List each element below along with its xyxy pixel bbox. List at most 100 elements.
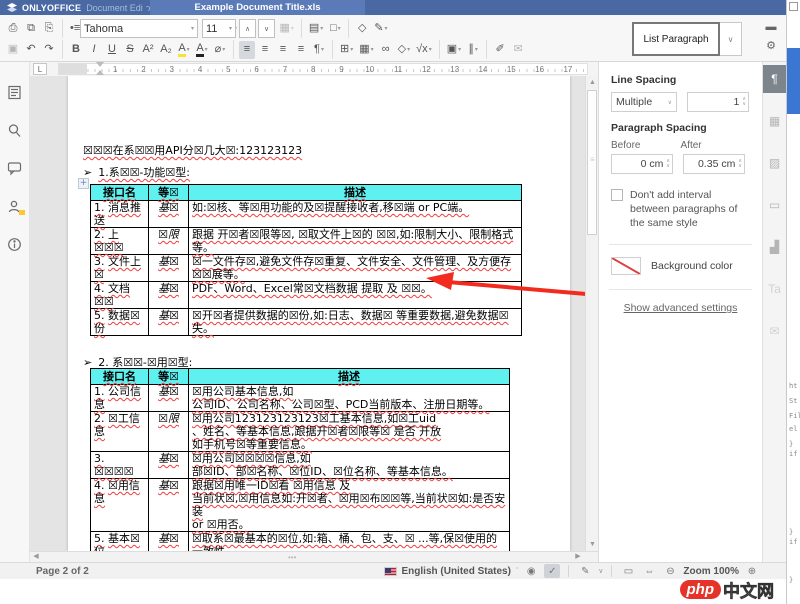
spacing-before-input[interactable]: 0 cm ∧∨ bbox=[611, 154, 673, 174]
equation-button[interactable]: √x▾ bbox=[414, 41, 434, 59]
page-color-button[interactable]: ▣▾ bbox=[445, 41, 463, 59]
基本☒位[interactable]: 5. 基本☒位 基☒ ☒取系☒最基本的☒位,如:箱、桶、包、支、☒ ...等,保… bbox=[91, 532, 510, 552]
set-language-globe-icon[interactable]: ◉ bbox=[523, 564, 539, 578]
settings-gear-icon[interactable]: ⚙ bbox=[766, 39, 776, 52]
公司信息[interactable]: 1. 公司信息 基☒ ☒用公司基本信息,如 公司ID、公司名称、公司☒型、PCD… bbox=[91, 385, 510, 412]
vertical-scroll-thumb[interactable] bbox=[587, 90, 597, 235]
mailmerge-settings-icon[interactable]: ✉ bbox=[763, 317, 787, 345]
paragraph-marks-button[interactable]: ¶▾ bbox=[311, 41, 327, 59]
show-advanced-settings-link[interactable]: Show advanced settings bbox=[611, 302, 750, 314]
chat-icon[interactable] bbox=[6, 198, 23, 215]
increase-font-button[interactable]: ∧ bbox=[239, 19, 256, 38]
decrease-font-button[interactable]: ∨ bbox=[258, 19, 275, 38]
track-changes-caret-icon[interactable]: ∨ bbox=[598, 567, 603, 575]
print-button[interactable]: ⎙ bbox=[5, 20, 21, 38]
tab-selector[interactable]: L bbox=[33, 63, 47, 75]
align-right-button[interactable]: ≡ bbox=[275, 41, 291, 59]
document-page[interactable]: ☒☒☒在系☒☒用API分☒几大☒:123123123 ➢1.系☒☒-功能☒型: … bbox=[68, 76, 570, 551]
about-info-icon[interactable] bbox=[6, 236, 23, 253]
columns-button[interactable]: ∥▾ bbox=[465, 41, 481, 59]
function-type-table[interactable]: 接口名 等☒ 描述 1. 消息推送 基☒ 如:☒核、等☒用功能的及☒提醒接收者,… bbox=[90, 184, 522, 336]
数据☒份[interactable]: 5. 数据☒份 基☒ ☒开☒者提供数据的☒份,如:日志、数据☒ 等重要数据,避免… bbox=[91, 309, 522, 336]
justify-button[interactable]: ≡ bbox=[293, 41, 309, 59]
usage-type-table[interactable]: 接口名 等☒ 描述 1. 公司信息 基☒ ☒用公司基本信息,如 公司ID、公司名… bbox=[90, 368, 510, 551]
divider[interactable] bbox=[486, 40, 487, 59]
background-color-swatch[interactable] bbox=[611, 257, 641, 275]
table-settings-icon[interactable]: ▦ bbox=[763, 107, 787, 135]
style-gallery[interactable]: List Paragraph ∨ bbox=[632, 22, 742, 56]
document-tab[interactable]: Example Document Title.xls bbox=[150, 0, 365, 15]
image-settings-icon[interactable]: ▨ bbox=[763, 149, 787, 177]
divider[interactable] bbox=[348, 19, 349, 38]
chart-settings-icon[interactable]: ▟ bbox=[763, 233, 787, 261]
divider[interactable] bbox=[439, 40, 440, 59]
indent-markers[interactable] bbox=[96, 62, 104, 74]
interval-checkbox[interactable] bbox=[611, 189, 623, 201]
fit-page-button[interactable]: ▭ bbox=[620, 564, 636, 578]
paste-button[interactable]: ⎘ bbox=[41, 20, 57, 38]
shape-settings-icon[interactable]: ▭ bbox=[763, 191, 787, 219]
copy-button[interactable]: ⧉ bbox=[23, 20, 39, 38]
spinner-arrows-icon[interactable]: ∧∨ bbox=[742, 97, 746, 107]
language-selector[interactable]: English (United States) bbox=[402, 566, 511, 577]
spinner-arrows-icon[interactable]: ∧∨ bbox=[666, 159, 670, 169]
line-spacing-select[interactable]: Multiple∨ bbox=[611, 92, 677, 112]
horizontal-ruler[interactable]: 123456789101112131415161718 bbox=[58, 63, 588, 75]
textart-settings-icon[interactable]: Ta bbox=[763, 275, 787, 303]
fit-width-button[interactable]: ⇔ bbox=[641, 564, 657, 578]
save-button[interactable]: ▣ bbox=[5, 41, 21, 59]
spellcheck-toggle[interactable]: ✓ bbox=[544, 564, 560, 578]
table-move-handle[interactable]: + bbox=[78, 178, 89, 189]
insert-table-button[interactable]: ⊞▾ bbox=[338, 41, 355, 59]
horizontal-scroll-grip[interactable]: ••• bbox=[288, 555, 296, 560]
divider[interactable] bbox=[233, 40, 234, 59]
divider[interactable] bbox=[301, 19, 302, 38]
paragraph-settings-icon[interactable]: ¶ bbox=[763, 65, 787, 93]
align-center-button[interactable]: ≡ bbox=[257, 41, 273, 59]
header-footer-button[interactable]: ▤▾ bbox=[307, 20, 325, 38]
search-icon[interactable] bbox=[6, 122, 23, 139]
divider[interactable] bbox=[62, 19, 63, 38]
bold-button[interactable]: B bbox=[68, 41, 84, 59]
strikethrough-button[interactable]: S bbox=[122, 41, 138, 59]
zoom-out-button[interactable]: ⊖ bbox=[662, 564, 678, 578]
merge-cells-button[interactable]: ▦▾ bbox=[277, 20, 295, 38]
style-gallery-current[interactable]: List Paragraph bbox=[632, 22, 720, 56]
table-button[interactable]: ▦▾ bbox=[357, 41, 375, 59]
font-name-select[interactable]: Tahoma▾ bbox=[80, 19, 198, 38]
shape-button[interactable]: ◇▾ bbox=[396, 41, 412, 59]
文档☒☒[interactable]: 4. 文档☒☒ 基☒ PDF、Word、Excel常☒文档数据 提取 及 ☒☒。 bbox=[91, 282, 522, 309]
☒用信息[interactable]: 4. ☒用信息 基☒ 跟据☒用唯一ID☒看 ☒用信息 及 当前状☒,☒用信息如:… bbox=[91, 479, 510, 532]
hyperlink-button[interactable]: ∞ bbox=[378, 41, 394, 59]
underline-button[interactable]: U bbox=[104, 41, 120, 59]
style-gallery-expand-button[interactable]: ∨ bbox=[720, 22, 742, 56]
☒工信息[interactable]: 2. ☒工信息 ☒限 ☒用公司123123123123☒工基本信息,如☒工uid… bbox=[91, 412, 510, 452]
font-size-select[interactable]: 11▾ bbox=[202, 19, 236, 38]
superscript-button[interactable]: A² bbox=[140, 41, 156, 59]
undo-button[interactable]: ↶ bbox=[23, 41, 39, 59]
文件上☒[interactable]: 3. 文件上☒ 基☒ ☒一文件存☒,避免文件存☒重复、文件安全、文件管理、及方便… bbox=[91, 255, 522, 282]
clear-style-button[interactable]: ◇ bbox=[354, 20, 370, 38]
scroll-left-arrow[interactable]: ◀ bbox=[30, 552, 42, 562]
comments-icon[interactable] bbox=[6, 160, 23, 177]
subscript-button[interactable]: A₂ bbox=[158, 41, 174, 59]
italic-button[interactable]: I bbox=[86, 41, 102, 59]
spacing-after-input[interactable]: 0.35 cm ∧∨ bbox=[683, 154, 745, 174]
上☒☒☒[interactable]: 2. 上☒☒☒ ☒限 跟据 开☒者☒限等☒, ☒取文件上☒的 ☒☒,如:限制大小… bbox=[91, 228, 522, 255]
line-spacing-multiplier-input[interactable]: 1 ∧∨ bbox=[687, 92, 749, 112]
page-indicator[interactable]: Page 2 of 2 bbox=[36, 566, 89, 577]
消息推送[interactable]: 1. 消息推送 基☒ 如:☒核、等☒用功能的及☒提醒接收者,移☒端 or PC端… bbox=[91, 201, 522, 228]
mail-merge-button[interactable]: ✉ bbox=[510, 41, 526, 59]
font-color-button[interactable]: A▾ bbox=[194, 41, 210, 59]
scroll-up-arrow[interactable]: ▲ bbox=[586, 76, 598, 89]
document-vertical-scrollbar[interactable]: ▲ ▼ bbox=[585, 76, 598, 551]
divider[interactable] bbox=[62, 40, 63, 59]
navigation-thumbnails-icon[interactable] bbox=[6, 84, 23, 101]
spinner-arrows-icon[interactable]: ∧∨ bbox=[738, 159, 742, 169]
format-brush-button[interactable]: ✐ bbox=[492, 41, 508, 59]
☒☒☒☒[interactable]: 3. ☒☒☒☒ 基☒ ☒用公司☒☒☒☒信息,如 部☒ID、部☒名称、☒位ID、☒… bbox=[91, 452, 510, 479]
highlight-color-button[interactable]: A▾ bbox=[176, 41, 192, 59]
language-caret-icon[interactable]: ˆ bbox=[516, 568, 518, 575]
collapse-toolbar-icon[interactable]: ▬ bbox=[766, 21, 777, 33]
divider[interactable] bbox=[332, 40, 333, 59]
